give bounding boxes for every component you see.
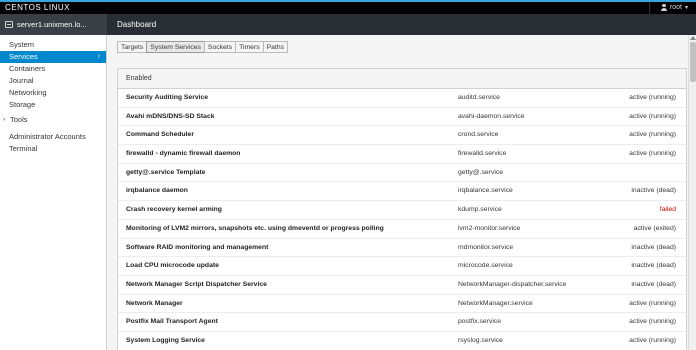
sidebar-item-label: Services bbox=[9, 52, 38, 61]
service-row[interactable]: getty@.service Template getty@.service bbox=[118, 164, 686, 183]
service-unit: NetworkManager-dispatcher.service bbox=[458, 280, 567, 288]
top-navbar: CENTOS LINUX root ▾ bbox=[0, 0, 696, 14]
sidebar: System Services › Containers Journal Net… bbox=[0, 35, 107, 350]
service-state: active (running) bbox=[629, 318, 676, 326]
service-state: inactive (dead) bbox=[631, 187, 676, 195]
scrollbar[interactable] bbox=[688, 35, 696, 350]
tab-sockets[interactable]: Sockets bbox=[203, 41, 237, 53]
service-unit: NetworkManager.service bbox=[458, 299, 533, 307]
service-description: Network Manager bbox=[126, 299, 183, 307]
tab-system-services[interactable]: System Services bbox=[146, 41, 205, 53]
services-list: Security Auditing Service auditd.service a… bbox=[118, 89, 686, 350]
sidebar-item-storage[interactable]: Storage bbox=[0, 99, 106, 111]
service-state: active (exited) bbox=[633, 224, 676, 232]
service-tabs: Targets System Services Sockets Timers P… bbox=[117, 41, 289, 53]
service-description: Avahi mDNS/DNS-SD Stack bbox=[126, 112, 215, 120]
service-description: Security Auditing Service bbox=[126, 94, 209, 101]
service-unit: firewalld.service bbox=[458, 150, 507, 158]
user-icon bbox=[660, 4, 667, 11]
topbar-divider bbox=[649, 2, 650, 14]
service-state: failed bbox=[659, 206, 676, 214]
service-unit: getty@.service bbox=[458, 168, 504, 176]
service-unit: kdump.service bbox=[458, 206, 502, 214]
service-description: Crash recovery kernel arming bbox=[126, 206, 222, 214]
service-state: inactive (dead) bbox=[631, 243, 676, 251]
tab-paths[interactable]: Paths bbox=[262, 41, 289, 53]
service-unit: avahi-daemon.service bbox=[458, 112, 525, 120]
services-panel: Enabled Security Auditing Service auditd.… bbox=[117, 68, 687, 350]
brand-title: CENTOS LINUX bbox=[5, 3, 70, 12]
chevron-right-icon: › bbox=[97, 53, 100, 60]
sidebar-item-administrator-accounts[interactable]: Administrator Accounts bbox=[0, 131, 106, 143]
service-description: getty@.service Template bbox=[126, 168, 206, 176]
service-row[interactable]: Monitoring of LVM2 mirrors, snapshots et… bbox=[118, 220, 686, 239]
service-unit: rsyslog.service bbox=[458, 336, 503, 344]
service-unit: lvm2-monitor.service bbox=[458, 224, 521, 232]
service-row[interactable]: System Logging Service rsyslog.service act… bbox=[118, 332, 686, 350]
service-state: active (running) bbox=[629, 150, 676, 158]
service-description: Command Scheduler bbox=[126, 131, 194, 139]
service-unit: crond.service bbox=[458, 131, 499, 139]
page-title[interactable]: Dashboard bbox=[117, 20, 156, 29]
tab-targets[interactable]: Targets bbox=[117, 41, 148, 53]
sidebar-item-services[interactable]: Services › bbox=[0, 51, 106, 63]
service-row[interactable]: Postfix Mail Transport Agent postfix.serv… bbox=[118, 313, 686, 332]
sidebar-item-containers[interactable]: Containers bbox=[0, 63, 106, 75]
service-unit: postfix.service bbox=[458, 318, 502, 326]
service-unit: microcode.service bbox=[458, 262, 513, 270]
server-icon bbox=[5, 21, 13, 28]
service-unit: irqbalance.service bbox=[458, 187, 513, 195]
service-row[interactable]: Load CPU microcode update microcode.servi… bbox=[118, 257, 686, 276]
tab-timers[interactable]: Timers bbox=[235, 41, 264, 53]
service-state: active (running) bbox=[629, 336, 676, 344]
service-description: Load CPU microcode update bbox=[126, 262, 219, 270]
panel-heading: Enabled bbox=[118, 69, 686, 89]
service-unit: mdmonitor.service bbox=[458, 243, 514, 251]
service-description: Network Manager Script Dispatcher Servic… bbox=[126, 280, 267, 288]
sidebar-tools-label: Tools bbox=[10, 115, 28, 124]
service-description: irqbalance daemon bbox=[126, 187, 188, 195]
sidebar-item-journal[interactable]: Journal bbox=[0, 75, 106, 87]
main-content: Targets System Services Sockets Timers P… bbox=[107, 35, 688, 350]
service-row[interactable]: Network Manager Script Dispatcher Servic… bbox=[118, 276, 686, 295]
sidebar-item-networking[interactable]: Networking bbox=[0, 87, 106, 99]
service-row[interactable]: irqbalance daemon irqbalance.service inact… bbox=[118, 182, 686, 202]
service-row[interactable]: firewalld - dynamic firewall daemon firew… bbox=[118, 145, 686, 164]
user-menu[interactable]: root ▾ bbox=[660, 4, 688, 11]
service-description: Software RAID monitoring and management bbox=[126, 243, 269, 251]
service-state: active (running) bbox=[629, 299, 676, 307]
sidebar-item-system[interactable]: System bbox=[0, 39, 106, 51]
service-description: Postfix Mail Transport Agent bbox=[126, 318, 218, 326]
service-state: active (running) bbox=[629, 94, 676, 101]
service-description: firewalld - dynamic firewall daemon bbox=[126, 150, 241, 158]
service-description: System Logging Service bbox=[126, 336, 205, 344]
user-name: root bbox=[669, 4, 682, 11]
service-row[interactable]: Crash recovery kernel arming kdump.servic… bbox=[118, 201, 686, 220]
service-row[interactable]: Command Scheduler crond.service active (ru… bbox=[118, 126, 686, 146]
service-state: active (running) bbox=[629, 131, 676, 139]
service-description: Monitoring of LVM2 mirrors, snapshots et… bbox=[126, 224, 384, 232]
service-row[interactable]: Software RAID monitoring and management m… bbox=[118, 239, 686, 258]
host-name: server1.unixmen.lo... bbox=[17, 20, 87, 29]
service-row[interactable]: Network Manager NetworkManager.service act… bbox=[118, 295, 686, 314]
chevron-down-icon: ▾ bbox=[684, 5, 688, 11]
scroll-thumb[interactable] bbox=[690, 42, 696, 82]
sidebar-tools-toggle[interactable]: › Tools bbox=[0, 114, 106, 126]
page-header: Dashboard bbox=[107, 14, 696, 35]
service-row[interactable]: Security Auditing Service auditd.service a… bbox=[118, 89, 686, 108]
scroll-up-icon[interactable] bbox=[690, 36, 696, 40]
sidebar-item-terminal[interactable]: Terminal bbox=[0, 143, 106, 155]
service-state: inactive (dead) bbox=[631, 262, 676, 270]
service-unit: auditd.service bbox=[458, 94, 500, 101]
service-state: inactive (dead) bbox=[631, 280, 676, 288]
chevron-right-icon: › bbox=[3, 117, 5, 123]
service-state: active (running) bbox=[629, 112, 676, 120]
service-row[interactable]: Avahi mDNS/DNS-SD Stack avahi-daemon.serv… bbox=[118, 108, 686, 127]
host-switcher[interactable]: server1.unixmen.lo... bbox=[0, 14, 107, 35]
